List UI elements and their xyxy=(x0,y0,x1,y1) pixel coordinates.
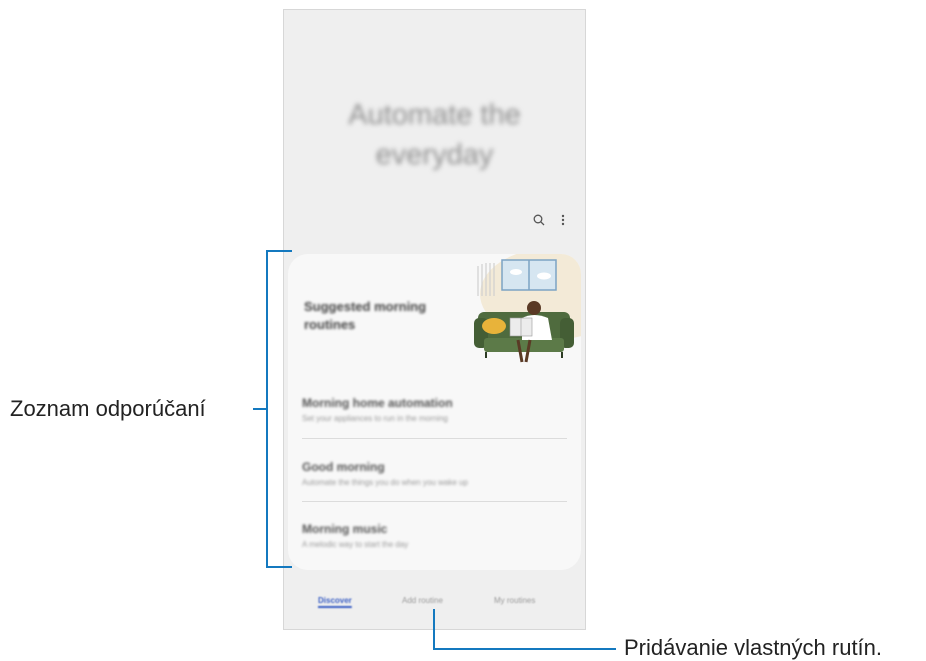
list-item-subtitle: Set your appliances to run in the mornin… xyxy=(302,414,448,423)
list-item-subtitle: Automate the things you do when you wake… xyxy=(302,478,468,487)
more-vertical-icon[interactable] xyxy=(561,214,565,226)
list-item-title: Morning music xyxy=(302,522,388,536)
recommendations-card: Suggested morning routines Morning home … xyxy=(288,254,581,570)
recommendations-bracket-top xyxy=(266,250,292,252)
search-icon[interactable] xyxy=(533,214,545,226)
tab-my-routines[interactable]: My routines xyxy=(494,596,535,605)
add-routine-pointer-vertical xyxy=(433,609,435,650)
list-item-title: Morning home automation xyxy=(302,396,453,410)
tab-add-routine[interactable]: Add routine xyxy=(402,596,443,605)
divider xyxy=(302,438,567,439)
list-item-subtitle: A melodic way to start the day xyxy=(302,540,409,549)
list-item[interactable]: Morning home automation Set your applian… xyxy=(302,396,567,423)
recommendations-callout-label: Zoznam odporúčaní xyxy=(10,396,206,421)
divider xyxy=(302,501,567,502)
add-routine-callout-label: Pridávanie vlastných rutín. xyxy=(624,635,883,660)
morning-illustration xyxy=(474,254,581,363)
phone-screen: Automate the everyday Suggested morning … xyxy=(283,9,586,630)
hero-heading-line2: everyday xyxy=(375,139,494,171)
recommendations-bracket xyxy=(266,250,268,568)
list-item[interactable]: Good morning Automate the things you do … xyxy=(302,460,567,487)
add-routine-pointer-horizontal xyxy=(433,648,616,650)
hero-heading: Automate the everyday xyxy=(284,95,585,175)
list-item[interactable]: Morning music A melodic way to start the… xyxy=(302,522,567,549)
card-title: Suggested morning routines xyxy=(304,299,427,332)
hero-heading-line1: Automate the xyxy=(348,99,521,131)
list-item-title: Good morning xyxy=(302,460,385,474)
tab-discover[interactable]: Discover xyxy=(318,596,352,605)
recommendations-pointer xyxy=(253,408,266,410)
toolbar-actions xyxy=(533,214,565,226)
recommendations-bracket-bottom xyxy=(266,566,292,568)
